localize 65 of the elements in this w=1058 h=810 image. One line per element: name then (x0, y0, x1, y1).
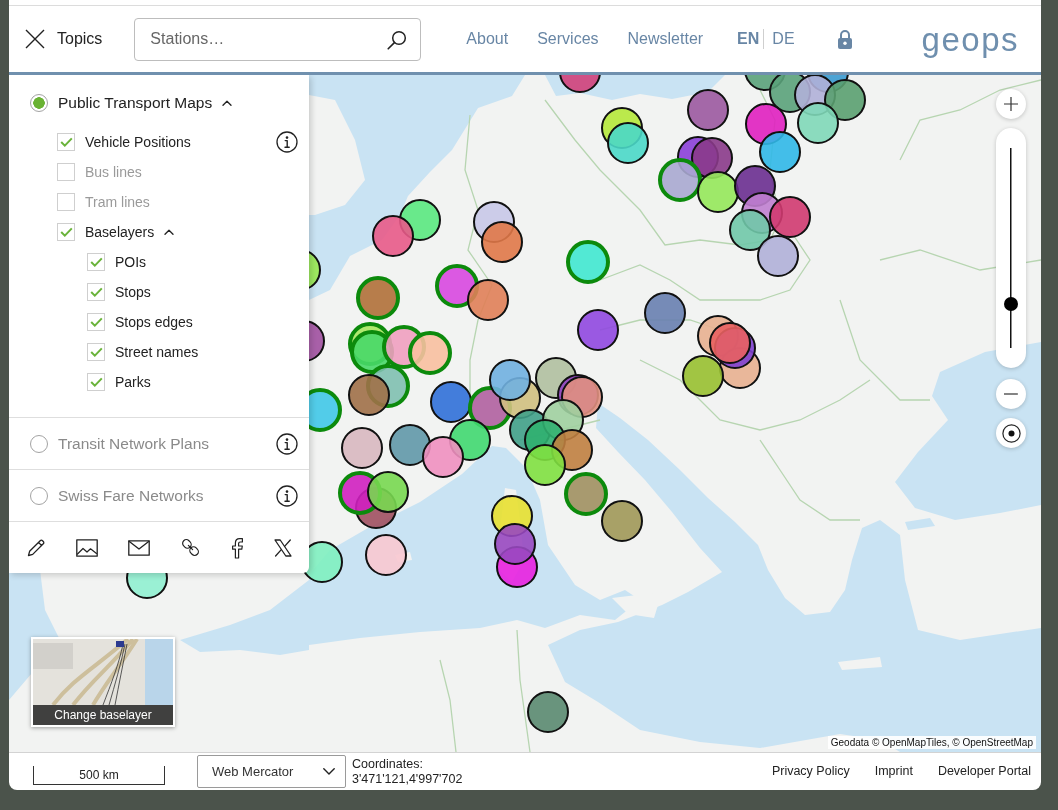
layer-label[interactable]: POIs (115, 251, 147, 273)
layer-label[interactable]: Stops edges (115, 311, 193, 333)
checkbox[interactable] (57, 193, 75, 211)
language-link[interactable]: DE (772, 27, 795, 51)
coordinates-value: 3'471'121,4'997'702 (352, 771, 463, 787)
topic-label[interactable]: Transit Network Plans (58, 431, 210, 456)
slider-thumb[interactable] (1004, 296, 1018, 311)
nav-link[interactable]: Services (537, 27, 599, 51)
checkbox[interactable] (57, 133, 75, 151)
plus-icon (1004, 97, 1018, 111)
radio-button[interactable] (30, 94, 48, 112)
layer-label[interactable]: Stops (115, 281, 151, 303)
projection-select[interactable]: Web Mercator (197, 755, 346, 788)
x-icon[interactable] (274, 538, 292, 557)
search-field[interactable]: Stations… (134, 17, 422, 61)
radio-button[interactable] (30, 434, 48, 453)
info-icon[interactable] (276, 131, 298, 153)
check-icon (59, 227, 73, 237)
scale-bar: 500 km (33, 766, 165, 785)
close-icon (25, 29, 45, 49)
change-baselayer-button[interactable]: Change baselayer (31, 637, 175, 727)
topics-toggle-button[interactable]: Topics (25, 27, 103, 51)
checkbox[interactable] (87, 313, 105, 331)
footer-link[interactable]: Developer Portal (937, 762, 1031, 781)
checkbox[interactable] (57, 223, 75, 241)
language-link[interactable]: EN (737, 27, 760, 51)
layer-label[interactable]: Parks (115, 371, 151, 393)
info-icon[interactable] (276, 484, 298, 507)
nav-link[interactable]: About (466, 27, 509, 51)
minus-icon (1004, 393, 1018, 395)
checkbox[interactable] (87, 373, 105, 391)
footer-link[interactable]: Privacy Policy (771, 762, 850, 781)
checkbox[interactable] (57, 163, 75, 181)
layer-label[interactable]: Street names (115, 341, 199, 363)
check-icon (59, 137, 73, 147)
check-icon (89, 377, 103, 387)
checkbox[interactable] (87, 343, 105, 361)
check-icon (89, 287, 103, 297)
footer-link[interactable]: Imprint (874, 762, 913, 781)
image-icon[interactable] (76, 538, 98, 557)
map-attribution: Geodata © OpenMapTiles, © OpenStreetMap (827, 736, 1036, 749)
radio-button[interactable] (30, 486, 48, 505)
target-icon (1001, 423, 1021, 443)
mail-icon[interactable] (128, 539, 150, 556)
layer-label[interactable]: Baselayers (85, 221, 155, 243)
check-icon (89, 257, 103, 267)
caret-up-icon[interactable] (222, 100, 233, 106)
caret-up-icon[interactable] (164, 229, 175, 235)
check-icon (89, 347, 103, 357)
info-icon[interactable] (276, 432, 298, 455)
check-icon (89, 317, 103, 327)
topic-label[interactable]: Swiss Fare Networks (58, 483, 204, 508)
search-icon[interactable] (387, 29, 408, 50)
topic-label[interactable]: Public Transport Maps (58, 91, 213, 115)
checkbox[interactable] (87, 283, 105, 301)
lock-icon[interactable] (836, 29, 853, 49)
facebook-icon[interactable] (231, 536, 244, 559)
pencil-icon[interactable] (27, 538, 46, 557)
chevron-down-icon (323, 768, 335, 775)
layer-label[interactable]: Vehicle Positions (85, 131, 191, 153)
coordinates-label: Coordinates: (352, 756, 424, 772)
checkbox[interactable] (87, 253, 105, 271)
nav-link[interactable]: Newsletter (627, 27, 704, 51)
zoom-slider[interactable] (996, 128, 1026, 368)
link-icon[interactable] (180, 537, 201, 558)
